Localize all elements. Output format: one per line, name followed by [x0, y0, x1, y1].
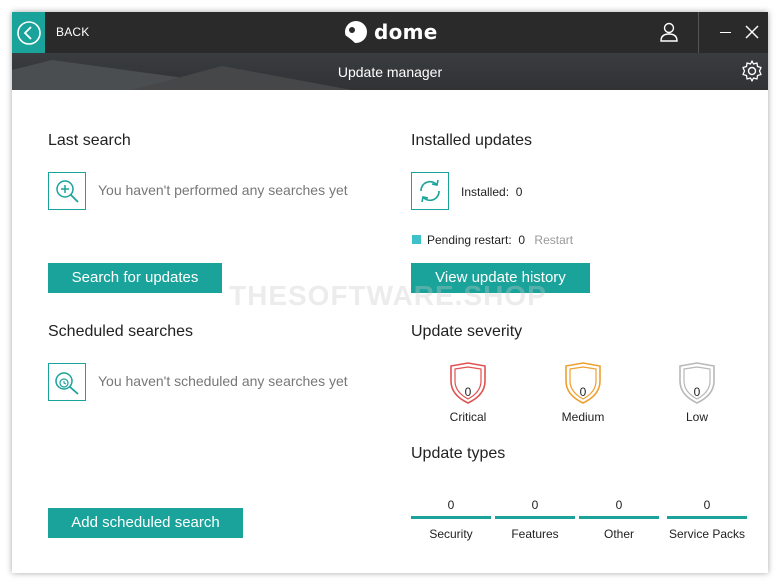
app-logo: dome [343, 19, 438, 45]
installed-icon-box [411, 172, 449, 210]
app-window: BACK dome Update manager Last search You… [12, 12, 768, 573]
critical-label: Critical [449, 410, 487, 424]
minimize-icon[interactable] [720, 32, 731, 33]
scheduled-searches-title: Scheduled searches [48, 323, 193, 340]
search-icon-box [48, 172, 86, 210]
pending-value: 0 [518, 233, 526, 247]
medium-value: 0 [579, 385, 587, 399]
service-packs-value: 0 [703, 498, 711, 512]
header-bar: Update manager [12, 53, 768, 90]
low-value: 0 [693, 385, 701, 399]
features-value: 0 [531, 498, 539, 512]
features-label: Features [511, 527, 559, 541]
title-bar: BACK dome [12, 12, 768, 53]
scheduled-icon-box [48, 363, 86, 401]
back-label[interactable]: BACK [56, 25, 89, 39]
security-value: 0 [447, 498, 455, 512]
page-title: Update manager [337, 64, 443, 80]
type-other: 0 Other [579, 498, 659, 541]
type-features: 0 Features [495, 498, 575, 541]
pending-restart: Pending restart: 0 Restart [427, 233, 573, 247]
installed-value: 0 [515, 185, 523, 199]
installed-label: Installed: [461, 185, 510, 199]
service-packs-bar [667, 516, 747, 519]
back-button[interactable] [12, 12, 45, 53]
update-types-title: Update types [411, 445, 506, 462]
last-search-message: You haven't performed any searches yet [98, 182, 348, 198]
other-value: 0 [615, 498, 623, 512]
critical-value: 0 [464, 385, 472, 399]
close-icon[interactable] [745, 25, 759, 39]
low-label: Low [685, 410, 708, 424]
scheduled-search-icon [55, 372, 79, 395]
panda-logo-icon [345, 21, 367, 43]
restart-link[interactable]: Restart [534, 233, 573, 247]
medium-label: Medium [561, 410, 605, 424]
update-severity-title: Update severity [411, 323, 523, 340]
refresh-icon [420, 179, 440, 203]
pending-label: Pending restart: [427, 233, 512, 247]
service-packs-label: Service Packs [668, 527, 746, 541]
features-bar [495, 516, 575, 519]
add-scheduled-search-button[interactable]: Add scheduled search [48, 508, 243, 538]
search-for-updates-button[interactable]: Search for updates [48, 263, 222, 293]
installed-updates-title: Installed updates [411, 132, 532, 149]
back-arrow-icon [16, 20, 41, 45]
other-label: Other [603, 527, 634, 541]
last-search-title: Last search [48, 132, 131, 149]
search-plus-icon [56, 180, 79, 203]
security-label: Security [429, 527, 473, 541]
user-account-icon[interactable] [658, 21, 680, 43]
settings-gear-icon[interactable] [740, 59, 764, 83]
brand-name: dome [374, 20, 438, 44]
other-bar [579, 516, 659, 519]
pending-indicator [412, 235, 421, 244]
type-security: 0 Security [411, 498, 491, 541]
type-service-packs: 0 Service Packs [667, 498, 747, 541]
watermark: THESOFTWARE.SHOP [229, 280, 547, 311]
security-bar [411, 516, 491, 519]
installed-count: Installed: 0 [461, 185, 522, 199]
scheduled-message: You haven't scheduled any searches yet [98, 373, 348, 389]
titlebar-divider [698, 12, 699, 53]
